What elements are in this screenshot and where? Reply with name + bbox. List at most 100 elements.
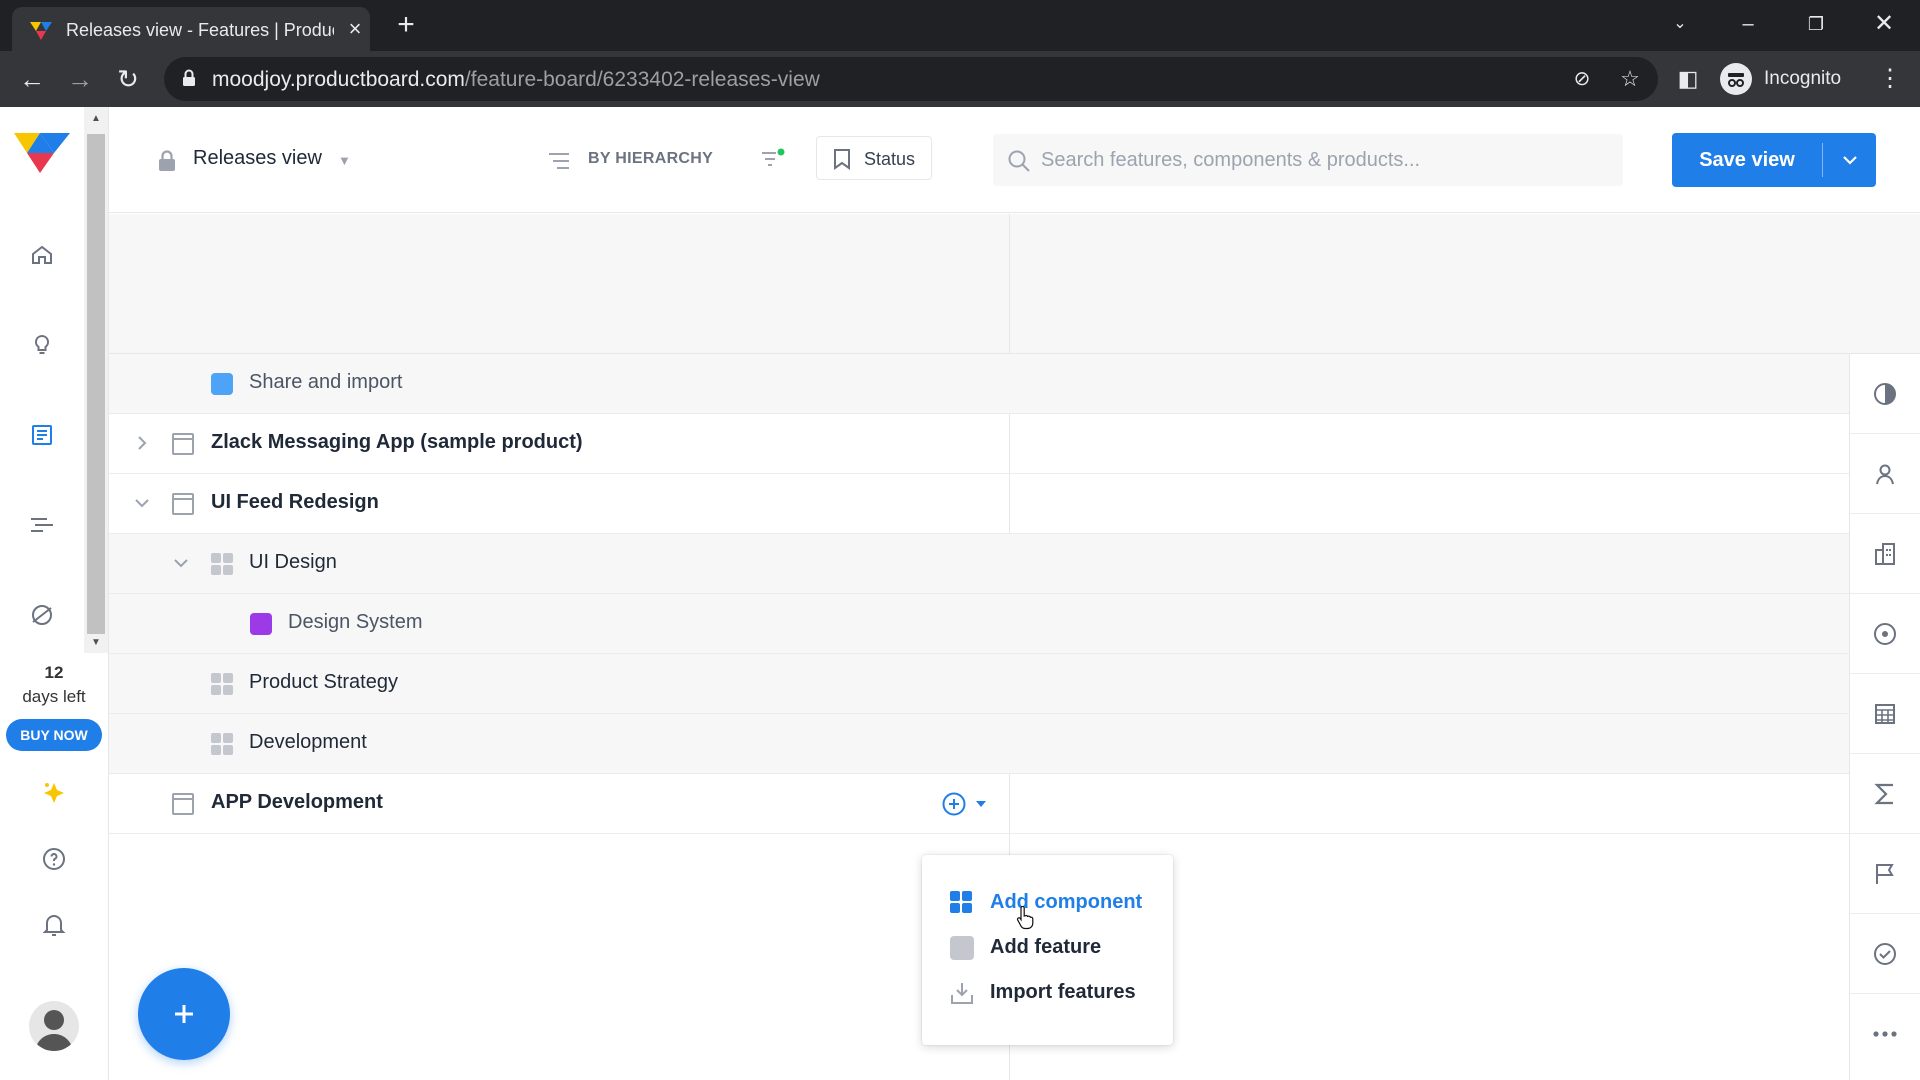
eye-slash-icon[interactable]: ⊘ [1568,65,1596,93]
scrollbar-thumb[interactable] [87,134,105,634]
scroll-up-icon[interactable]: ▲ [90,113,102,125]
tab-search-icon[interactable]: ⌄ [1660,8,1700,40]
productboard-favicon-icon [30,22,52,40]
add-menu-dropdown: Add component Add feature Import feature… [922,855,1173,1045]
component-grid-icon [211,673,233,695]
side-panel-icon[interactable]: ◧ [1674,65,1702,93]
import-features-menu-item[interactable]: Import features [950,975,1160,1009]
calculator-table-icon[interactable] [1850,674,1920,754]
list-item[interactable]: UI Design [109,534,1849,594]
product-icon [172,493,194,515]
incognito-label: Incognito [1764,68,1842,89]
sigma-sum-icon[interactable] [1850,754,1920,834]
roadmap-icon[interactable] [24,507,60,543]
caret-down-icon [976,801,986,807]
bookmark-star-icon[interactable]: ☆ [1616,65,1644,93]
reload-icon[interactable]: ↻ [112,63,144,95]
product-name[interactable]: Zlack Messaging App (sample product) [211,431,583,454]
menu-item-label: Import features [990,981,1136,1003]
status-button[interactable]: Status [816,136,932,180]
list-item[interactable]: APP Development [109,774,1849,834]
insights-bulb-icon[interactable] [24,327,60,363]
home-icon[interactable] [24,237,60,273]
search-icon [1008,150,1030,172]
address-bar[interactable]: moodjoy.productboard.com/feature-board/6… [164,57,1658,101]
tab-close-icon[interactable]: × [342,16,368,42]
tab-title: Releases view - Features | Produc [66,20,334,40]
check-circle-icon[interactable] [1850,914,1920,994]
portal-icon[interactable] [24,597,60,633]
board-column-header [109,214,1920,354]
minimize-icon[interactable]: – [1728,8,1768,40]
more-options-icon[interactable] [1850,994,1920,1074]
component-name[interactable]: Development [249,731,367,754]
menu-item-label: Add component [990,891,1143,913]
filter-icon[interactable] [760,147,786,171]
nav-scrollbar[interactable]: ▲ ▼ [84,107,108,653]
feature-square-icon [950,936,974,960]
search-box[interactable] [993,134,1623,186]
add-child-button[interactable] [941,790,991,818]
user-icon[interactable] [1850,434,1920,514]
view-caret-icon[interactable]: ▼ [338,153,351,168]
chevron-down-icon[interactable] [131,492,153,514]
product-name[interactable]: APP Development [211,791,383,814]
grouping-selector[interactable]: BY HIERARCHY [588,150,713,168]
flag-icon[interactable] [1850,834,1920,914]
progress-pie-icon[interactable] [1850,354,1920,434]
company-building-icon[interactable] [1850,514,1920,594]
buy-now-button[interactable]: BUY NOW [6,719,102,751]
features-board-icon[interactable] [24,417,60,453]
browser-menu-icon[interactable]: ⋮ [1876,63,1904,95]
save-view-button[interactable]: Save view [1672,133,1876,187]
save-view-label: Save view [1699,149,1795,171]
help-icon[interactable] [36,841,72,877]
scroll-down-icon[interactable]: ▼ [90,637,102,649]
trial-days-label: days left [22,687,86,706]
forward-icon[interactable]: → [64,63,96,95]
add-feature-menu-item[interactable]: Add feature [950,930,1160,964]
save-options-chevron-icon[interactable] [1823,133,1876,187]
incognito-profile[interactable]: Incognito [1720,61,1856,97]
chevron-down-icon[interactable] [170,552,192,574]
productboard-logo-icon[interactable] [14,133,70,173]
list-item[interactable]: UI Feed Redesign [109,474,1849,534]
bookmark-icon [834,149,850,170]
list-item[interactable]: Design System [109,594,1849,654]
sparkle-icon[interactable] [36,775,72,811]
list-item[interactable]: Product Strategy [109,654,1849,714]
component-grid-icon [950,891,974,915]
list-item[interactable]: Share and import [109,354,1849,414]
add-component-menu-item[interactable]: Add component [950,885,1160,919]
row-timeline-cell [1010,714,1849,773]
plus-icon [175,1005,193,1023]
productboard-app: ▲ ▼ 12 days left BUY NOW Releases view ▼… [0,107,1920,1080]
feature-square-icon [250,613,272,635]
browser-tab[interactable]: Releases view - Features | Produc × [12,7,370,51]
product-icon [172,793,194,815]
row-timeline-cell [1010,594,1849,653]
url-path: /feature-board/6233402-releases-view [464,68,820,91]
create-floating-button[interactable] [138,968,230,1060]
window-close-icon[interactable]: ✕ [1864,8,1904,40]
notifications-bell-icon[interactable] [36,907,72,943]
product-name[interactable]: UI Feed Redesign [211,491,379,514]
target-icon[interactable] [1850,594,1920,674]
back-icon[interactable]: ← [16,63,48,95]
url-domain: moodjoy.productboard.com [212,68,465,91]
list-item[interactable]: Development [109,714,1849,774]
search-input[interactable] [1041,146,1601,174]
list-item[interactable]: Zlack Messaging App (sample product) [109,414,1849,474]
view-name-dropdown[interactable]: Releases view [193,147,322,170]
add-circle-icon [942,792,966,816]
feature-name[interactable]: Design System [288,611,423,634]
user-avatar[interactable] [29,1001,79,1051]
restore-icon[interactable]: ❐ [1796,8,1836,40]
row-timeline-cell [1010,534,1849,593]
feature-name[interactable]: Share and import [249,371,402,394]
chevron-right-icon[interactable] [131,432,153,454]
feature-square-icon [211,373,233,395]
component-name[interactable]: UI Design [249,551,337,574]
component-name[interactable]: Product Strategy [249,671,398,694]
new-tab-icon[interactable]: + [390,10,422,42]
